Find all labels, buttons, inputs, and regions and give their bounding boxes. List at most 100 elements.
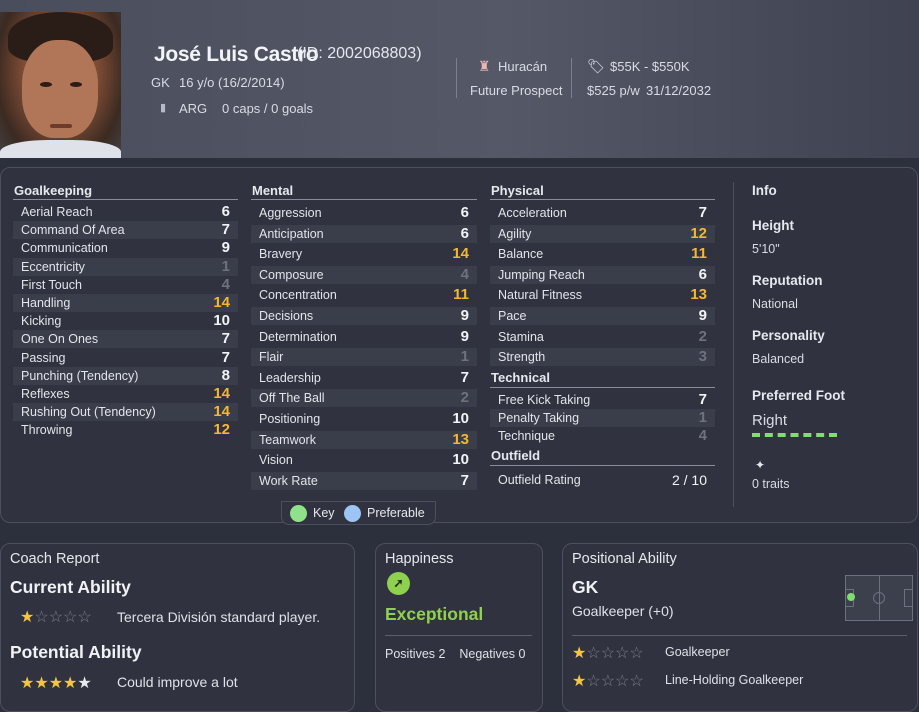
- attribute-row[interactable]: Vision 10: [251, 451, 477, 469]
- attribute-value: 14: [213, 385, 230, 402]
- attribute-value: 7: [460, 471, 469, 489]
- role-row[interactable]: ★☆☆☆☆ Goalkeeper: [572, 643, 907, 663]
- attribute-row[interactable]: Jumping Reach 6: [490, 265, 715, 284]
- attribute-row[interactable]: Balance 11: [490, 245, 715, 263]
- attribute-row[interactable]: Positioning 10: [251, 410, 477, 428]
- foot-strength-bar: [752, 433, 837, 437]
- attribute-name: Bravery: [259, 247, 303, 262]
- attribute-row[interactable]: Kicking 10: [13, 312, 238, 330]
- personality-value: Balanced: [752, 352, 805, 366]
- caps-goals: 0 caps / 0 goals: [222, 101, 314, 116]
- star-empty-icon: ☆: [63, 609, 78, 626]
- attribute-value: 14: [213, 403, 230, 421]
- attribute-value: 7: [221, 221, 230, 239]
- attribute-name: Kicking: [21, 314, 62, 329]
- role-row[interactable]: ★☆☆☆☆ Line-Holding Goalkeeper: [572, 671, 907, 691]
- attribute-value: 4: [460, 265, 469, 283]
- height-label: Height: [752, 218, 794, 233]
- attribute-value: 4: [698, 427, 707, 445]
- negatives-count: 0: [518, 647, 526, 661]
- foot-label: Preferred Foot: [752, 388, 846, 403]
- attribute-name: Aggression: [259, 206, 322, 220]
- attribute-row[interactable]: Anticipation 6: [251, 224, 477, 243]
- attribute-row[interactable]: Concentration 11: [251, 286, 477, 304]
- star-empty-icon: ☆: [48, 609, 64, 626]
- attribute-row[interactable]: Technique 4: [490, 427, 715, 445]
- attribute-name: Stamina: [498, 329, 544, 344]
- attribute-value: 6: [698, 265, 707, 283]
- star-empty-icon: ★: [77, 675, 92, 692]
- star-empty-icon: ☆: [600, 645, 616, 662]
- happiness-level: Exceptional: [385, 604, 484, 624]
- attribute-row[interactable]: Agility 12: [490, 224, 715, 243]
- star-empty-icon: ☆: [615, 673, 630, 690]
- attribute-row[interactable]: Aggression 6: [251, 204, 477, 222]
- outfield-rating-value: 2 / 10: [671, 472, 707, 488]
- attribute-row[interactable]: Command Of Area 7: [13, 221, 238, 240]
- attribute-name: Concentration: [259, 288, 337, 303]
- height-value: 5'10": [752, 242, 780, 256]
- attribute-row[interactable]: One On Ones 7: [13, 330, 238, 349]
- star-filled-icon: ★: [572, 645, 587, 662]
- attribute-value: 7: [698, 204, 707, 221]
- attribute-name: Determination: [259, 329, 337, 344]
- attribute-row[interactable]: Penalty Taking 1: [490, 409, 715, 428]
- attribute-row[interactable]: Composure 4: [251, 265, 477, 284]
- attribute-row[interactable]: Handling 14: [13, 294, 238, 312]
- wage: $525 p/w: [587, 83, 640, 98]
- attribute-row[interactable]: Bravery 14: [251, 245, 477, 263]
- attribute-row[interactable]: Pace 9: [490, 307, 715, 325]
- star-empty-icon: ☆: [34, 609, 49, 626]
- attribute-row[interactable]: Aerial Reach 6: [13, 203, 238, 221]
- attribute-name: Aerial Reach: [21, 205, 93, 219]
- attribute-row[interactable]: Stamina 2: [490, 328, 715, 346]
- gk-position-dot: [847, 593, 855, 601]
- star-empty-icon: ☆: [615, 645, 630, 662]
- role-name: Line-Holding Goalkeeper: [665, 673, 804, 687]
- attribute-row[interactable]: Throwing 12: [13, 421, 238, 439]
- attribute-row[interactable]: Teamwork 13: [251, 430, 477, 449]
- info-divider: [733, 182, 734, 507]
- star-empty-icon: ☆: [600, 673, 616, 690]
- attribute-row[interactable]: Off The Ball 2: [251, 389, 477, 408]
- pitch-diagram: [845, 575, 913, 621]
- happiness-arrow-icon: ➚: [387, 572, 410, 595]
- attribute-name: Off The Ball: [259, 391, 325, 406]
- attribute-value: 14: [452, 245, 469, 263]
- attribute-row[interactable]: Natural Fitness 13: [490, 286, 715, 304]
- attribute-row[interactable]: Free Kick Taking 7: [490, 391, 715, 409]
- attribute-name: Technique: [498, 429, 555, 444]
- attribute-row[interactable]: Work Rate 7: [251, 471, 477, 490]
- attribute-row[interactable]: First Touch 4: [13, 276, 238, 294]
- traits-count[interactable]: 0 traits: [752, 477, 790, 491]
- attribute-row[interactable]: Leadership 7: [251, 369, 477, 387]
- physical-title: Physical: [491, 183, 544, 198]
- attribute-row[interactable]: Acceleration 7: [490, 204, 715, 222]
- section-underline: [490, 465, 715, 466]
- attribute-value: 2: [460, 389, 469, 407]
- attribute-value: 1: [221, 257, 230, 275]
- attribute-value: 1: [698, 409, 707, 427]
- attribute-row[interactable]: Decisions 9: [251, 307, 477, 325]
- attribute-row[interactable]: Passing 7: [13, 349, 238, 367]
- attribute-row[interactable]: Communication 9: [13, 239, 238, 257]
- club-name[interactable]: Huracán: [498, 59, 547, 74]
- attribute-row[interactable]: Eccentricity 1: [13, 257, 238, 276]
- attribute-row[interactable]: Rushing Out (Tendency) 14: [13, 403, 238, 422]
- attribute-value: 13: [452, 430, 469, 448]
- current-ability-stars: ★☆☆☆☆: [20, 607, 92, 627]
- attribute-value: 7: [460, 368, 469, 386]
- attribute-row[interactable]: Punching (Tendency) 8: [13, 366, 238, 385]
- attribute-row[interactable]: Strength 3: [490, 348, 715, 367]
- attribute-row[interactable]: Flair 1: [251, 348, 477, 367]
- current-ability-text: Tercera División standard player.: [117, 609, 321, 625]
- attribute-row[interactable]: Determination 9: [251, 328, 477, 346]
- attribute-name: Handling: [21, 296, 71, 310]
- attribute-row[interactable]: Reflexes 14: [13, 385, 238, 403]
- star-filled-icon: ★: [20, 675, 35, 692]
- attribute-value: 3: [698, 348, 707, 366]
- player-photo: [0, 12, 121, 158]
- current-ability-title: Current Ability: [10, 577, 131, 597]
- attribute-value: 11: [691, 245, 707, 263]
- key-label: Key: [313, 506, 335, 520]
